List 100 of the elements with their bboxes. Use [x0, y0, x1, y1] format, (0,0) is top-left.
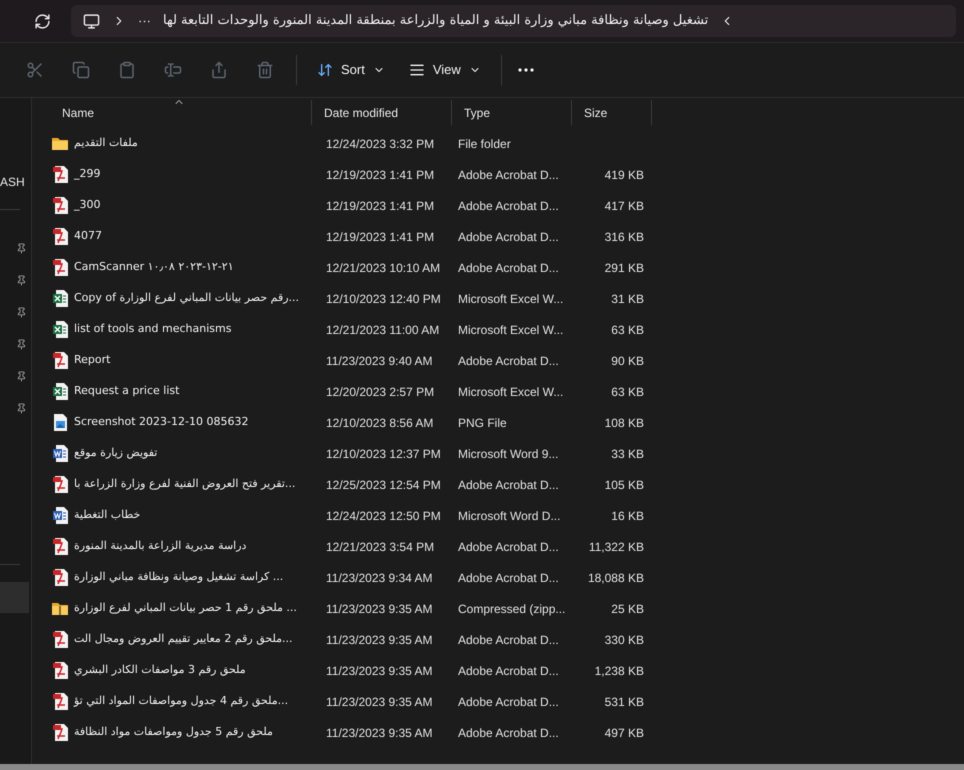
pdf-file-icon	[52, 166, 68, 183]
sort-button[interactable]: Sort	[305, 53, 397, 87]
file-size: 531 KB	[604, 694, 644, 708]
file-type: Adobe Acrobat D...	[457, 662, 560, 680]
date-modified: 12/25/2023 12:54 PM	[325, 476, 442, 494]
date-modified: 12/21/2023 10:10 AM	[325, 260, 442, 276]
file-size: 25 KB	[611, 602, 644, 616]
file-type: Adobe Acrobat D...	[457, 538, 560, 556]
file-type: Adobe Acrobat D...	[457, 724, 560, 742]
pdf-file-icon	[52, 259, 68, 276]
file-name: Request a price list	[74, 383, 180, 400]
file-type: Adobe Acrobat D...	[457, 476, 560, 494]
nav-item-label[interactable]: ASH	[0, 173, 31, 191]
file-size: 291 KB	[604, 260, 644, 274]
file-name: Report	[74, 352, 110, 368]
date-modified: 12/10/2023 8:56 AM	[325, 414, 434, 432]
file-type: Adobe Acrobat D...	[457, 198, 560, 214]
pdf-file-icon	[52, 197, 68, 214]
sort-arrows-icon	[317, 62, 333, 78]
pdf-file-icon	[52, 476, 68, 493]
file-size: 33 KB	[611, 446, 644, 460]
pin-icon	[16, 274, 27, 286]
address-bar[interactable]: ··· تشغيل وصيانة ونظافة مباني وزارة البيئة و المياة والزراعة بمنطقة المدينة المنورة والوحدات التابعة لها	[71, 5, 956, 37]
file-name: ملحق رقم 2 معايير تقييم العروض ومجال الت...	[74, 631, 293, 648]
file-size: 16 KB	[611, 508, 644, 522]
file-type: Adobe Acrobat D...	[457, 260, 560, 276]
file-row[interactable]: Report 11/23/2023 9:40 AM Adobe Acrobat D... 90 KB	[50, 345, 964, 376]
more-dots-icon	[518, 68, 534, 72]
date-modified: 12/21/2023 11:00 AM	[325, 322, 440, 338]
file-size: 63 KB	[611, 384, 644, 398]
date-modified: 11/23/2023 9:35 AM	[325, 694, 434, 710]
file-row[interactable]: 4077 12/19/2023 1:41 PM Adobe Acrobat D... 316 KB	[50, 221, 964, 252]
file-size: 31 KB	[611, 292, 644, 306]
file-size: 63 KB	[611, 322, 644, 336]
breadcrumb-overflow[interactable]: ···	[138, 11, 151, 31]
file-name: كراسة تشغيل وصيانة ونظافة مباني الوزارة ...	[74, 569, 284, 586]
date-modified: 12/24/2023 3:32 PM	[325, 136, 436, 152]
date-modified: 12/20/2023 2:57 PM	[325, 384, 436, 400]
zip-folder-icon	[52, 602, 68, 615]
date-modified: 12/21/2023 3:54 PM	[325, 538, 436, 556]
file-type: Microsoft Excel W...	[457, 322, 564, 338]
date-modified: 11/23/2023 9:35 AM	[325, 632, 434, 648]
file-size: 417 KB	[604, 198, 644, 212]
file-type: Microsoft Excel W...	[457, 384, 564, 400]
column-header[interactable]: Size	[572, 100, 652, 125]
pdf-file-icon	[52, 569, 68, 586]
file-row[interactable]: list of tools and mechanisms 12/21/2023 11:00 AM Microsoft Excel W... 63 KB	[50, 314, 964, 345]
file-name: ملحق رقم 4 جدول ومواصفات المواد التي تؤ...	[74, 693, 288, 710]
spreadsheet-file-icon	[52, 290, 68, 307]
date-modified: 12/24/2023 12:50 PM	[325, 508, 442, 524]
pin-icon	[16, 338, 27, 350]
date-modified: 12/19/2023 1:41 PM	[325, 198, 436, 214]
file-name: ملحق رقم 5 جدول ومواصفات مواد النظافة	[74, 724, 273, 740]
file-name: Screenshot 2023-12-10 085632	[74, 414, 248, 430]
file-row[interactable]: _300 12/19/2023 1:41 PM Adobe Acrobat D... 417 KB	[50, 190, 964, 221]
spreadsheet-file-icon	[52, 383, 68, 400]
file-size: 330 KB	[604, 632, 644, 646]
file-size: 316 KB	[604, 230, 644, 244]
view-button[interactable]: View	[396, 53, 493, 87]
file-type: File folder	[457, 136, 512, 152]
file-name: Copy of رقم حصر بيانات المباني لفرع الوزارة...	[74, 290, 300, 306]
file-name: 4077	[74, 228, 102, 244]
file-row[interactable]: Screenshot 2023-12-10 085632 12/10/2023 8:56 AM PNG File 108 KB	[50, 407, 964, 438]
file-name: خطاب التغطية	[74, 507, 140, 524]
file-size: 419 KB	[604, 168, 644, 182]
file-type: Microsoft Word 9...	[457, 446, 560, 462]
file-type: Microsoft Word D...	[457, 508, 562, 524]
file-name: ملحق رقم 1 حصر بيانات المباني لفرع الوزارة ...	[74, 600, 297, 616]
file-type: Adobe Acrobat D...	[457, 228, 560, 246]
file-type: Compressed (zipp...	[457, 600, 566, 618]
document-file-icon	[52, 507, 68, 524]
column-header[interactable]: Name	[50, 100, 312, 125]
date-modified: 11/23/2023 9:40 AM	[325, 352, 434, 370]
file-size: 18,088 KB	[588, 570, 644, 584]
file-type: Adobe Acrobat D...	[457, 632, 560, 648]
date-modified: 11/23/2023 9:35 AM	[325, 724, 434, 742]
pdf-file-icon	[52, 352, 68, 369]
pdf-file-icon	[52, 662, 68, 679]
file-type: Adobe Acrobat D...	[457, 166, 560, 184]
image-file-icon	[52, 414, 68, 431]
file-row[interactable]: _299 12/19/2023 1:41 PM Adobe Acrobat D... 419 KB	[50, 159, 964, 190]
file-type: Adobe Acrobat D...	[457, 570, 560, 586]
file-size: 108 KB	[604, 416, 644, 430]
pdf-file-icon	[52, 693, 68, 710]
pin-icon	[16, 370, 27, 382]
folder-icon	[52, 137, 68, 150]
file-name: تفويض زيارة موقع	[74, 445, 158, 462]
pin-icon	[16, 306, 27, 318]
refresh-icon[interactable]	[34, 12, 51, 30]
pdf-file-icon	[52, 538, 68, 555]
pdf-file-icon	[52, 724, 68, 741]
column-header[interactable]: Type	[452, 100, 572, 125]
file-name: list of tools and mechanisms	[74, 321, 232, 338]
list-lines-icon	[408, 62, 425, 78]
file-row[interactable]: Request a price list 12/20/2023 2:57 PM Microsoft Excel W... 63 KB	[50, 376, 964, 407]
breadcrumb-folder[interactable]: تشغيل وصيانة ونظافة مباني وزارة البيئة و المياة والزراعة بمنطقة المدينة المنورة والوحدات التابعة لها	[163, 11, 708, 31]
file-size: 90 KB	[611, 354, 644, 368]
pin-icon	[16, 242, 27, 254]
column-header[interactable]: Date modified	[312, 100, 452, 125]
date-modified: 12/19/2023 1:41 PM	[325, 166, 436, 184]
